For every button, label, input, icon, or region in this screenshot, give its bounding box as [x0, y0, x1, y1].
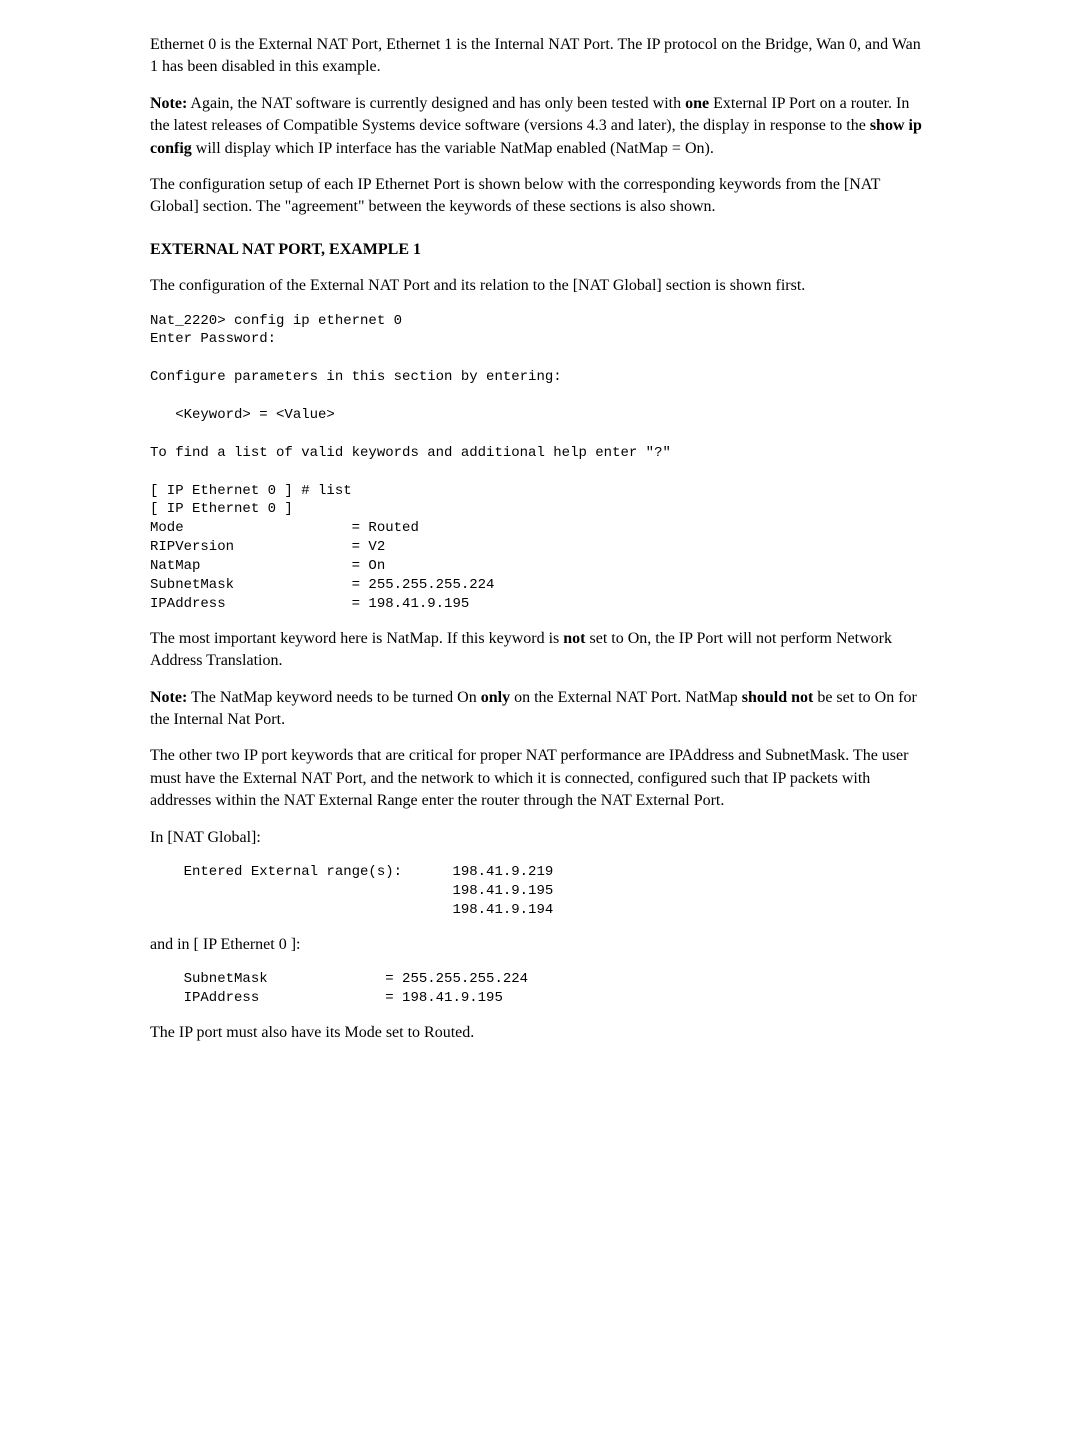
- paragraph-note-2: Note: The NatMap keyword needs to be tur…: [150, 687, 930, 732]
- note-label: Note:: [150, 689, 187, 706]
- note-label: Note:: [150, 95, 187, 112]
- heading-external-nat-port: EXTERNAL NAT PORT, EXAMPLE 1: [150, 239, 930, 261]
- paragraph-mode-routed: The IP port must also have its Mode set …: [150, 1022, 930, 1044]
- code-block-external-range: Entered External range(s): 198.41.9.219 …: [150, 863, 930, 920]
- text: The most important keyword here is NatMa…: [150, 630, 563, 647]
- code-block-subnet-ip: SubnetMask = 255.255.255.224 IPAddress =…: [150, 970, 930, 1008]
- paragraph-in-ip-ethernet: and in [ IP Ethernet 0 ]:: [150, 934, 930, 956]
- bold-one: one: [685, 95, 709, 112]
- paragraph-natmap-keyword: The most important keyword here is NatMa…: [150, 628, 930, 673]
- paragraph-in-nat-global: In [NAT Global]:: [150, 827, 930, 849]
- text: Again, the NAT software is currently des…: [187, 95, 685, 112]
- paragraph-config-shown-first: The configuration of the External NAT Po…: [150, 275, 930, 297]
- bold-only: only: [481, 689, 510, 706]
- text: on the External NAT Port. NatMap: [510, 689, 742, 706]
- paragraph-config-setup: The configuration setup of each IP Ether…: [150, 174, 930, 219]
- paragraph-note-1: Note: Again, the NAT software is current…: [150, 93, 930, 160]
- bold-should-not: should not: [742, 689, 814, 706]
- text: will display which IP interface has the …: [192, 140, 714, 157]
- paragraph-other-keywords: The other two IP port keywords that are …: [150, 745, 930, 812]
- paragraph-intro: Ethernet 0 is the External NAT Port, Eth…: [150, 34, 930, 79]
- code-block-config-ip-ethernet: Nat_2220> config ip ethernet 0 Enter Pas…: [150, 312, 930, 614]
- bold-not: not: [563, 630, 585, 647]
- text: The NatMap keyword needs to be turned On: [187, 689, 480, 706]
